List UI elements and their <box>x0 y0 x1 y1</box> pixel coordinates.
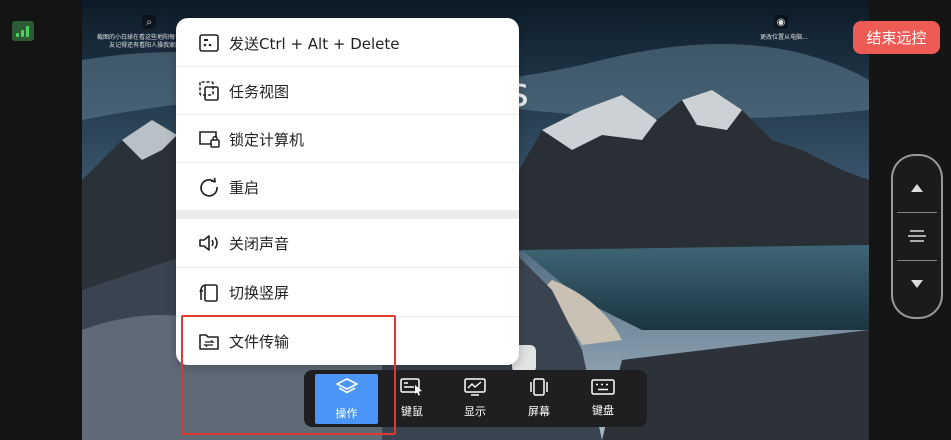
keyboard-shortcut-icon <box>198 32 220 54</box>
lock-computer-icon <box>198 128 220 150</box>
toolbar-tab-keyboard[interactable]: 键盘 <box>575 370 631 427</box>
toolbar-tab-label: 键盘 <box>592 404 614 417</box>
scroll-divider <box>897 212 937 213</box>
desktop-widget-right-text: 更改位置从电脑... <box>760 34 808 41</box>
menu-item-label: 关闭声音 <box>229 234 290 253</box>
menu-item-label: 切换竖屏 <box>229 283 290 302</box>
screen-icon <box>528 378 550 399</box>
left-strip <box>0 0 82 440</box>
signal-bars-icon <box>12 21 34 41</box>
menu-item-label: 发送Ctrl + Alt + Delete <box>229 34 400 53</box>
keyboard-icon <box>591 379 615 398</box>
operations-menu: 发送Ctrl + Alt + Delete 任务视图 锁定计算机 重启 关闭声音… <box>176 18 519 365</box>
task-view-icon <box>198 80 220 102</box>
drag-handle-icon[interactable] <box>893 218 941 254</box>
toolbar-tab-label: 显示 <box>464 405 486 418</box>
scroll-control[interactable] <box>891 154 943 319</box>
toolbar-tab-screen[interactable]: 屏幕 <box>511 370 567 427</box>
menu-item-label: 任务视图 <box>229 82 290 101</box>
toolbar-tab-display[interactable]: 显示 <box>447 370 503 427</box>
mute-sound-icon <box>198 232 220 254</box>
rotate-screen-icon <box>198 281 220 303</box>
keyboard-mouse-icon <box>400 378 424 399</box>
menu-item-rotate-screen[interactable]: 切换竖屏 <box>176 268 519 316</box>
restart-icon <box>198 176 220 198</box>
arrow-down-icon[interactable] <box>893 266 941 302</box>
menu-section-gap <box>176 210 519 219</box>
search-icon[interactable]: ⌕ <box>142 15 156 29</box>
display-icon <box>464 378 486 399</box>
toolbar-tab-label: 屏幕 <box>528 405 550 418</box>
menu-item-label: 重启 <box>229 178 260 197</box>
highlight-annotation-box <box>181 315 396 435</box>
menu-item-restart[interactable]: 重启 <box>176 163 519 211</box>
menu-item-label: 锁定计算机 <box>229 130 305 149</box>
camera-icon[interactable]: ◉ <box>774 15 788 29</box>
arrow-up-icon[interactable] <box>893 170 941 206</box>
menu-item-mute-sound[interactable]: 关闭声音 <box>176 219 519 267</box>
menu-item-lock-computer[interactable]: 锁定计算机 <box>176 115 519 163</box>
menu-item-task-view[interactable]: 任务视图 <box>176 67 519 115</box>
toolbar-tab-label: 键鼠 <box>401 405 423 418</box>
scroll-divider <box>897 260 937 261</box>
menu-item-send-ctrl-alt-delete[interactable]: 发送Ctrl + Alt + Delete <box>176 19 519 67</box>
end-remote-control-button[interactable]: 结束远控 <box>853 21 940 54</box>
